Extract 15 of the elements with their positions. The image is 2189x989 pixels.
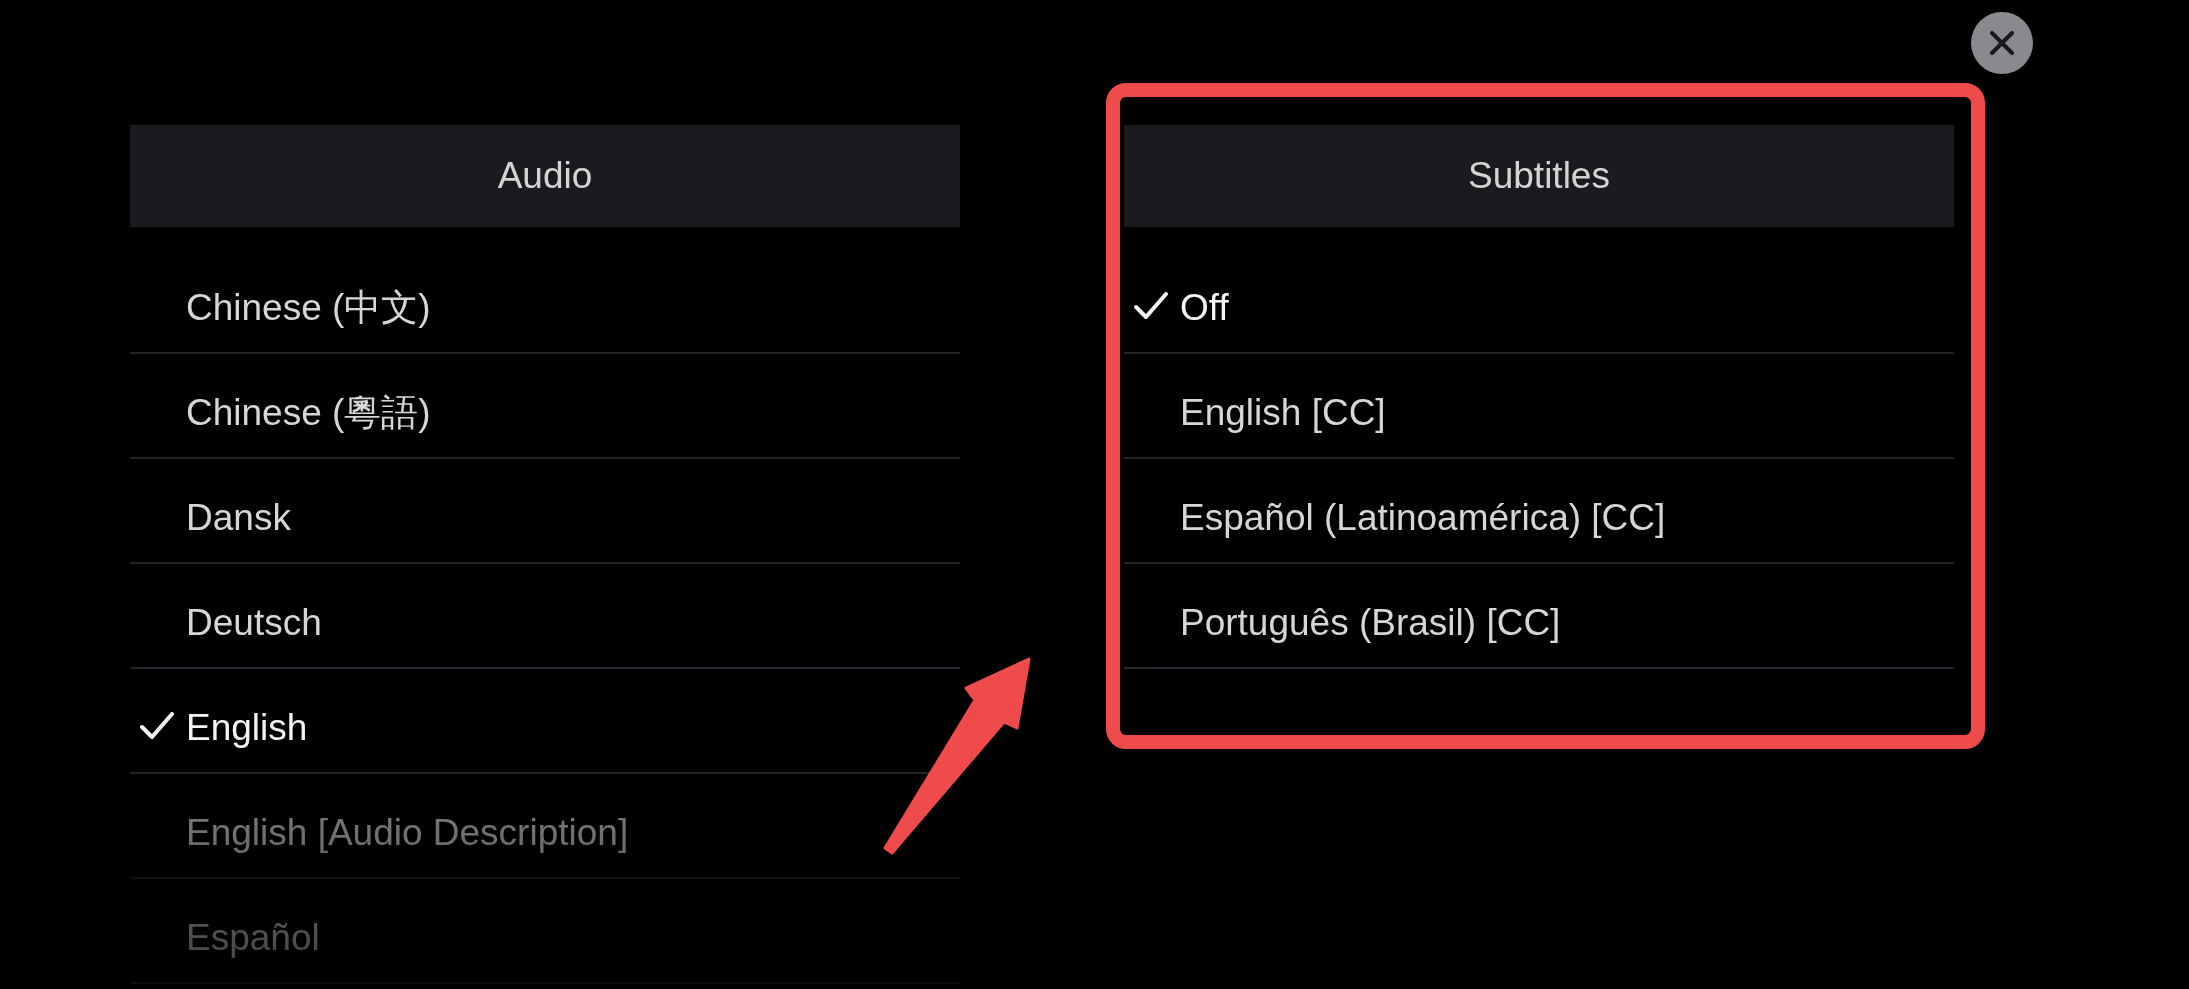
checkmark-icon (1134, 291, 1168, 320)
language-option[interactable]: Chinese (中文) (186, 279, 431, 336)
language-option[interactable]: English [CC] (1180, 384, 1386, 441)
language-option[interactable]: English (140, 699, 308, 756)
checkmark-icon (140, 711, 174, 740)
panel-header: Audio (130, 125, 960, 227)
close-icon (1990, 31, 2014, 55)
language-option[interactable]: Off (1134, 279, 1229, 336)
language-option[interactable]: Chinese (粵語) (186, 384, 431, 441)
panel-header: Subtitles (1124, 125, 1954, 227)
language-option[interactable]: Dansk (186, 489, 291, 546)
language-option[interactable]: Español (Latinoamérica) [CC] (1180, 489, 1666, 546)
language-option[interactable]: English [Audio Description] (186, 804, 629, 861)
language-option[interactable]: Português (Brasil) [CC] (1180, 594, 1561, 651)
language-option[interactable]: Deutsch (186, 594, 322, 651)
